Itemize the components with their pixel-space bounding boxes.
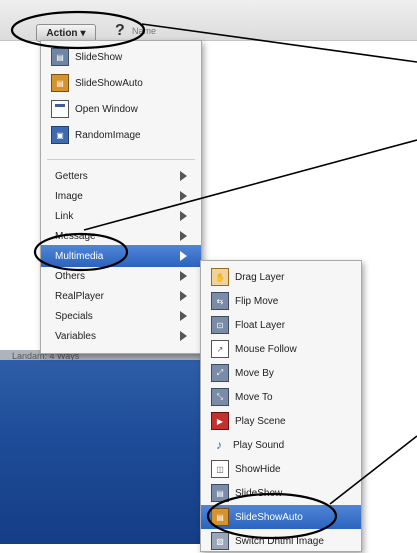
callout-ellipse-slideshowauto: [206, 492, 338, 540]
callout-line-multimedia: [83, 139, 417, 231]
callout-overlay: [10, 10, 417, 540]
callout-line-slideshowauto: [329, 435, 417, 505]
callout-line-action: [141, 23, 417, 63]
callout-ellipse-action: [10, 10, 146, 50]
callout-ellipse-multimedia: [33, 232, 129, 272]
